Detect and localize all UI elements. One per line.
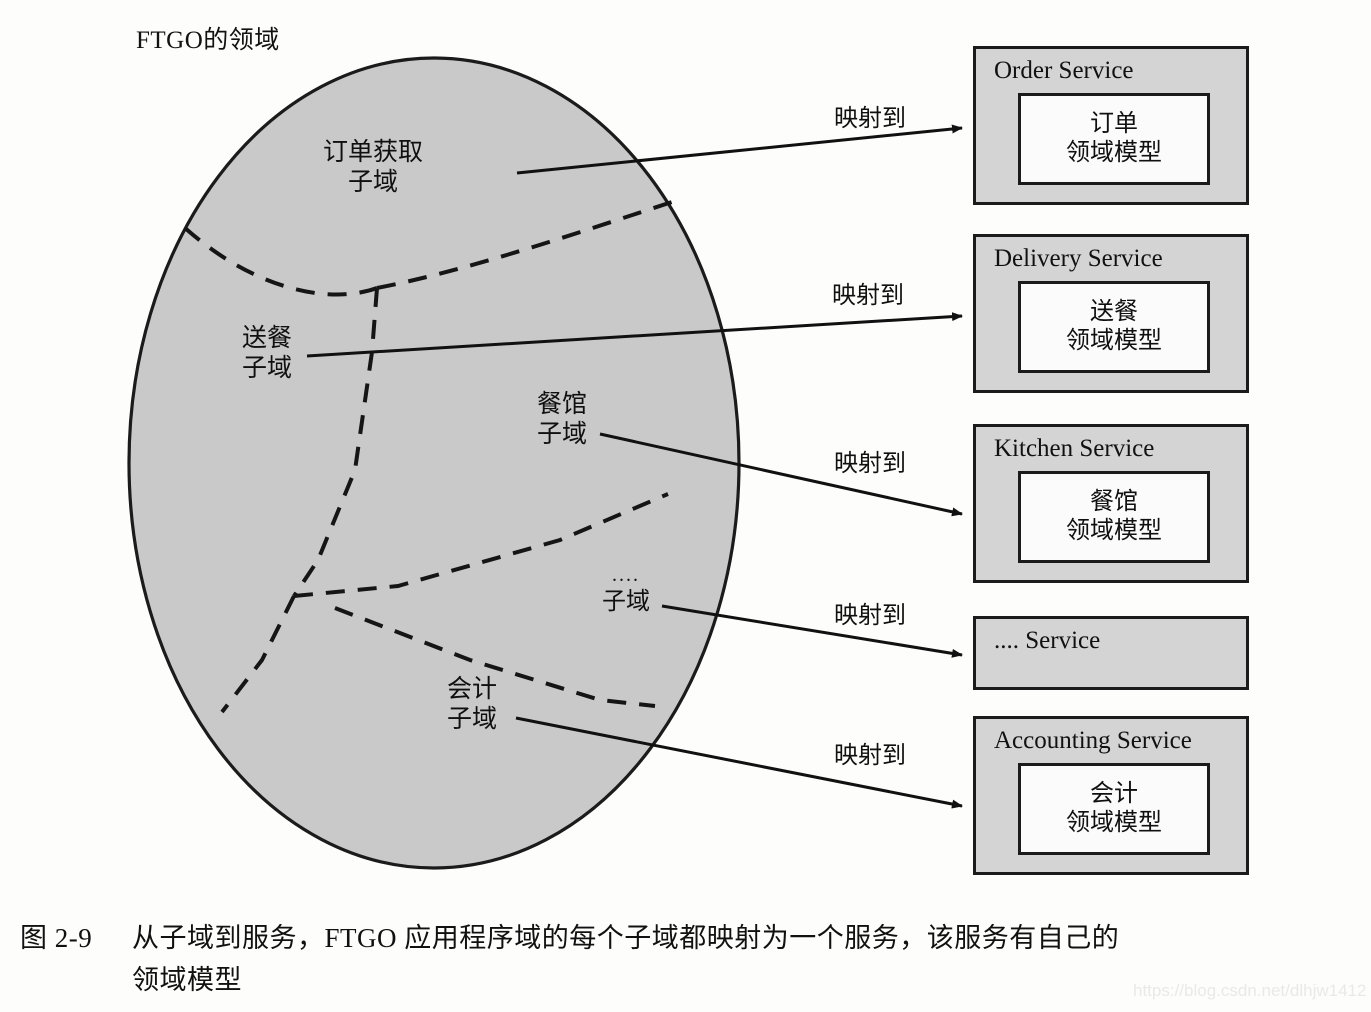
page-title: FTGO的领域 <box>136 27 280 54</box>
mapping-label-other: 映射到 <box>834 603 906 629</box>
domain-model-line1: 会计 <box>1090 781 1138 808</box>
service-box-other[interactable]: .... Service <box>973 616 1249 690</box>
mapping-label-kitchen: 映射到 <box>834 451 906 477</box>
service-title: Accounting Service <box>994 727 1192 754</box>
mapping-label-delivery: 映射到 <box>832 283 904 309</box>
subdomain-line1: 订单获取 <box>322 139 424 166</box>
subdomain-line1: 会计 <box>446 676 498 703</box>
domain-model-line1: 送餐 <box>1090 299 1138 326</box>
service-box-accounting[interactable]: Accounting Service 会计 领域模型 <box>973 716 1249 875</box>
service-box-kitchen[interactable]: Kitchen Service 餐馆 领域模型 <box>973 424 1249 583</box>
domain-model-line1: 餐馆 <box>1090 489 1138 516</box>
domain-model-box-delivery: 送餐 领域模型 <box>1018 281 1210 373</box>
domain-model-line2: 领域模型 <box>1066 518 1162 544</box>
subdomain-line1: .... <box>612 564 640 586</box>
service-title: Order Service <box>994 57 1134 84</box>
caption-line-2: 领域模型 <box>132 964 242 995</box>
watermark: https://blog.csdn.net/dlhjw1412 <box>1133 981 1367 1000</box>
subdomain-label-other: .... 子域 <box>602 564 650 616</box>
mapping-label-order: 映射到 <box>834 106 906 132</box>
subdomain-label-delivery: 送餐 子域 <box>242 324 292 383</box>
ftgo-domain-ellipse <box>127 56 741 870</box>
subdomain-label-order-taking: 订单获取 子域 <box>323 138 423 197</box>
domain-model-line1: 订单 <box>1090 111 1138 138</box>
subdomain-line2: 子域 <box>241 354 293 382</box>
subdomain-line2: 子域 <box>446 705 498 733</box>
subdomain-line1: 餐馆 <box>536 391 588 418</box>
figure-number: 图 2-9 <box>20 923 93 953</box>
domain-model-box-accounting: 会计 领域模型 <box>1018 763 1210 855</box>
service-title: Kitchen Service <box>994 435 1155 462</box>
subdomain-label-accounting: 会计 子域 <box>447 675 497 734</box>
subdomain-line1: 送餐 <box>241 325 293 352</box>
service-box-order[interactable]: Order Service 订单 领域模型 <box>973 46 1249 205</box>
domain-model-line2: 领域模型 <box>1066 140 1162 166</box>
service-title: Delivery Service <box>994 245 1163 272</box>
domain-model-line2: 领域模型 <box>1066 810 1162 836</box>
service-box-delivery[interactable]: Delivery Service 送餐 领域模型 <box>973 234 1249 393</box>
domain-model-box-order: 订单 领域模型 <box>1018 93 1210 185</box>
subdomain-label-restaurant: 餐馆 子域 <box>537 390 587 449</box>
subdomain-line2: 子域 <box>536 420 588 448</box>
figure-caption: 图 2-9 从子域到服务，FTGO 应用程序域的每个子域都映射为一个服务，该服务有… <box>20 918 1310 1002</box>
service-title: .... Service <box>994 627 1101 654</box>
subdomain-line2: 子域 <box>602 588 650 615</box>
mapping-label-accounting: 映射到 <box>834 743 906 769</box>
caption-line-1: 从子域到服务，FTGO 应用程序域的每个子域都映射为一个服务，该服务有自己的 <box>132 923 1120 953</box>
domain-model-line2: 领域模型 <box>1066 328 1162 354</box>
domain-model-box-kitchen: 餐馆 领域模型 <box>1018 471 1210 563</box>
subdomain-line2: 子域 <box>347 168 399 196</box>
